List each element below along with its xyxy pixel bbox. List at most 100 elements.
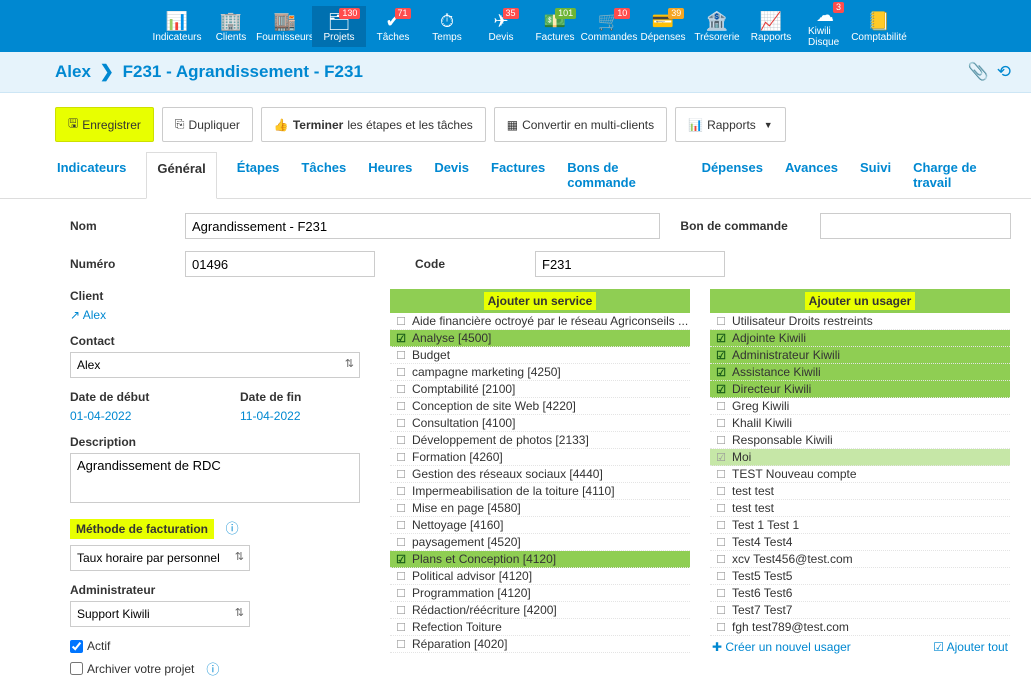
service-row[interactable]: ☐Gestion des réseaux sociaux [4440] <box>390 466 690 483</box>
service-row[interactable]: ☐Refection Toiture <box>390 619 690 636</box>
tab-indicateurs[interactable]: Indicateurs <box>55 152 128 198</box>
reports-button[interactable]: 📊 Rapports▼ <box>675 107 786 142</box>
checkbox-archiver[interactable] <box>70 662 83 675</box>
nav-projets[interactable]: 🗂130Projets <box>312 6 366 47</box>
tabs: Indicateurs Général Étapes Tâches Heures Devi… <box>0 152 1031 199</box>
badge: 101 <box>555 8 576 19</box>
checkbox-icon: ☑ <box>390 332 412 345</box>
nav-label: Trésorerie <box>694 32 739 43</box>
user-row[interactable]: ☐Responsable Kiwili <box>710 432 1010 449</box>
service-row[interactable]: ☐Formation [4260] <box>390 449 690 466</box>
service-row[interactable]: ☐Budget <box>390 347 690 364</box>
user-label: Responsable Kiwili <box>732 433 833 447</box>
breadcrumb-client[interactable]: Alex <box>55 62 91 81</box>
nav-devis[interactable]: ✈35Devis <box>474 6 528 47</box>
nav-commandes[interactable]: 🛒10Commandes <box>582 6 636 47</box>
user-row[interactable]: ☐Test5 Test5 <box>710 568 1010 585</box>
nav-comptabilite[interactable]: 📒Comptabilité <box>852 6 906 47</box>
user-row[interactable]: ☐TEST Nouveau compte <box>710 466 1010 483</box>
user-row[interactable]: ☑Assistance Kiwili <box>710 364 1010 381</box>
nav-fournisseurs[interactable]: 🏬Fournisseurs <box>258 6 312 47</box>
tab-bons-de-commande[interactable]: Bons de commande <box>565 152 681 198</box>
nav-taches[interactable]: ✔71Tâches <box>366 6 420 47</box>
user-row[interactable]: ☐Test4 Test4 <box>710 534 1010 551</box>
nav-tresorerie[interactable]: 🏦Trésorerie <box>690 6 744 47</box>
user-row[interactable]: ☐Khalil Kiwili <box>710 415 1010 432</box>
info-icon-archiver[interactable]: ⓘ <box>206 659 219 678</box>
input-description[interactable] <box>70 453 360 503</box>
service-row[interactable]: ☐Comptabilité [2100] <box>390 381 690 398</box>
user-row[interactable]: ☑Directeur Kiwili <box>710 381 1010 398</box>
service-row[interactable]: ☐Aide financière octroyé par le réseau A… <box>390 313 690 330</box>
tab-heures[interactable]: Heures <box>366 152 414 198</box>
tab-factures[interactable]: Factures <box>489 152 547 198</box>
user-row[interactable]: ☑Moi <box>710 449 1010 466</box>
service-row[interactable]: ☐Mise en page [4580] <box>390 500 690 517</box>
history-icon[interactable]: ⟲ <box>997 62 1011 82</box>
convert-button[interactable]: ▦ Convertir en multi-clients <box>494 107 667 142</box>
user-row[interactable]: ☑Administrateur Kiwili <box>710 347 1010 364</box>
service-row[interactable]: ☐paysagement [4520] <box>390 534 690 551</box>
input-numero[interactable] <box>185 251 375 277</box>
tab-général[interactable]: Général <box>146 152 216 199</box>
user-row[interactable]: ☐Test6 Test6 <box>710 585 1010 602</box>
info-icon-methode[interactable]: ⓘ <box>226 521 239 536</box>
select-methode[interactable]: Taux horaire par personnel <box>70 545 250 571</box>
user-row[interactable]: ☐Test7 Test7 <box>710 602 1010 619</box>
input-nom[interactable] <box>185 213 660 239</box>
nav-depenses[interactable]: 💳39Dépenses <box>636 6 690 47</box>
duplicate-button[interactable]: ⎘ Dupliquer <box>162 107 253 142</box>
tab-étapes[interactable]: Étapes <box>235 152 282 198</box>
nav-label: Dépenses <box>640 32 685 43</box>
service-row[interactable]: ☐Développement de photos [2133] <box>390 432 690 449</box>
nav-kiwili-disque[interactable]: ☁3Kiwili Disque <box>798 0 852 52</box>
attachment-icon[interactable]: 📎 <box>968 62 989 82</box>
input-bon[interactable] <box>820 213 1011 239</box>
service-label: Développement de photos [2133] <box>412 433 589 447</box>
service-row[interactable]: ☐Consultation [4100] <box>390 415 690 432</box>
tab-suivi[interactable]: Suivi <box>858 152 893 198</box>
tab-dépenses[interactable]: Dépenses <box>700 152 765 198</box>
nav-factures[interactable]: 💵101Factures <box>528 6 582 47</box>
tab-tâches[interactable]: Tâches <box>299 152 348 198</box>
service-row[interactable]: ☐Réparation [4020] <box>390 636 690 653</box>
toolbar: 🖫 Enregistrer ⎘ Dupliquer 👍 Terminer les… <box>0 93 1031 152</box>
tab-avances[interactable]: Avances <box>783 152 840 198</box>
rapports-icon: 📈 <box>760 12 782 30</box>
date-fin-link[interactable]: 11-04-2022 <box>240 409 301 423</box>
service-row[interactable]: ☐Conception de site Web [4220] <box>390 398 690 415</box>
nav-clients[interactable]: 🏢Clients <box>204 6 258 47</box>
service-label: Political advisor [4120] <box>412 569 532 583</box>
tab-charge-de-travail[interactable]: Charge de travail <box>911 152 1011 198</box>
user-row[interactable]: ☐xcv Test456@test.com <box>710 551 1010 568</box>
date-debut-link[interactable]: 01-04-2022 <box>70 409 131 423</box>
checkbox-actif[interactable] <box>70 640 83 653</box>
tab-devis[interactable]: Devis <box>432 152 471 198</box>
service-row[interactable]: ☐Impermeabilisation de la toiture [4110] <box>390 483 690 500</box>
save-button[interactable]: 🖫 Enregistrer <box>55 107 154 142</box>
service-row[interactable]: ☑Analyse [4500] <box>390 330 690 347</box>
service-row[interactable]: ☐Rédaction/réécriture [4200] <box>390 602 690 619</box>
nav-rapports[interactable]: 📈Rapports <box>744 6 798 47</box>
select-contact[interactable]: Alex <box>70 352 360 378</box>
service-row[interactable]: ☐campagne marketing [4250] <box>390 364 690 381</box>
service-row[interactable]: ☐Programmation [4120] <box>390 585 690 602</box>
nav-temps[interactable]: ⏱Temps <box>420 6 474 47</box>
user-row[interactable]: ☐fgh test789@test.com <box>710 619 1010 636</box>
service-row[interactable]: ☐Nettoyage [4160] <box>390 517 690 534</box>
user-row[interactable]: ☐Test 1 Test 1 <box>710 517 1010 534</box>
client-link[interactable]: ↗ Alex <box>70 308 106 322</box>
user-row[interactable]: ☐Utilisateur Droits restreints <box>710 313 1010 330</box>
service-row[interactable]: ☑Plans et Conception [4120] <box>390 551 690 568</box>
add-all-link[interactable]: ☑ Ajouter tout <box>933 640 1008 654</box>
service-row[interactable]: ☐Political advisor [4120] <box>390 568 690 585</box>
nav-indicateurs[interactable]: 📊Indicateurs <box>150 6 204 47</box>
input-code[interactable] <box>535 251 725 277</box>
select-admin[interactable]: Support Kiwili <box>70 601 250 627</box>
user-row[interactable]: ☐test test <box>710 500 1010 517</box>
user-row[interactable]: ☐test test <box>710 483 1010 500</box>
finish-button[interactable]: 👍 Terminer les étapes et les tâches <box>261 107 486 142</box>
user-row[interactable]: ☐Greg Kiwili <box>710 398 1010 415</box>
user-row[interactable]: ☑Adjointe Kiwili <box>710 330 1010 347</box>
create-user-link[interactable]: ✚ Créer un nouvel usager <box>712 640 851 654</box>
